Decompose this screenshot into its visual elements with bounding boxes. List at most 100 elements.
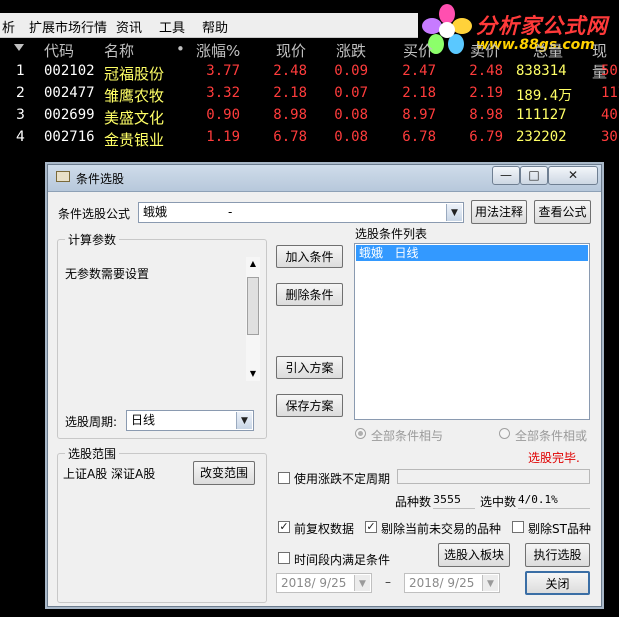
row-current-volume: 50 [601, 63, 618, 79]
row-bid: 6.78 [402, 129, 436, 145]
selected-value: 4/0.1% [518, 491, 590, 509]
dialog-titlebar[interactable]: 条件选股 — □ ✕ [48, 165, 601, 192]
count-label: 品种数 [395, 495, 432, 509]
row-pct: 3.77 [206, 63, 240, 79]
row-pct: 3.32 [206, 85, 240, 101]
row-name: 美盛文化 [104, 109, 165, 127]
radio-or[interactable] [499, 428, 510, 439]
row-change: 0.09 [334, 63, 368, 79]
exclude-untraded-label: 剔除当前未交易的品种 [381, 522, 502, 536]
period-select[interactable]: 日线 ▼ [126, 410, 254, 431]
date-separator: – [385, 575, 391, 589]
forward-adjust-checkbox[interactable]: ✓ [278, 521, 290, 533]
date-from-picker[interactable]: 2018/ 9/25 ▼ [276, 573, 372, 593]
col-header-volume[interactable]: 总量 [533, 40, 563, 61]
col-header-bid[interactable]: 买价 [403, 40, 433, 61]
scroll-thumb[interactable] [247, 277, 259, 335]
exclude-st-checkbox[interactable] [512, 521, 524, 533]
calc-params-text: 无参数需要设置 [65, 267, 150, 281]
row-ask: 8.98 [469, 107, 503, 123]
col-header-pct[interactable]: 涨幅% [196, 40, 240, 61]
import-scheme-button[interactable]: 引入方案 [276, 356, 343, 379]
row-bid: 2.18 [402, 85, 436, 101]
save-scheme-button[interactable]: 保存方案 [276, 394, 343, 417]
condition-list[interactable]: 蛾娥 日线 [354, 243, 590, 420]
close-window-icon[interactable]: ✕ [548, 166, 598, 185]
time-range-checkbox[interactable] [278, 552, 290, 564]
row-bid: 2.47 [402, 63, 436, 79]
formula-select[interactable]: 蛾娥 - ▼ [138, 202, 464, 223]
menu-item-extended-market[interactable]: 扩展市场行情 [29, 17, 107, 36]
row-name: 冠福股份 [104, 65, 165, 83]
maximize-icon[interactable]: □ [520, 166, 548, 185]
col-header-change[interactable]: 涨跌 [336, 40, 366, 61]
row-volume: 111127 [516, 107, 567, 123]
menu-item-tools[interactable]: 工具 [159, 17, 185, 36]
row-ask: 2.48 [469, 63, 503, 79]
row-current-volume: 40 [601, 107, 618, 123]
row-price: 6.78 [273, 129, 307, 145]
chevron-down-icon[interactable]: ▼ [482, 575, 498, 591]
menu-item-news[interactable]: 资讯 [116, 17, 142, 36]
row-code: 002477 [44, 85, 95, 101]
col-header-code[interactable]: 代码 [44, 40, 74, 61]
close-button[interactable]: 关闭 [525, 571, 590, 595]
menu-item-help[interactable]: 帮助 [202, 17, 228, 36]
minimize-icon[interactable]: — [492, 166, 520, 185]
count-value: 3555 [433, 491, 475, 509]
delete-condition-button[interactable]: 删除条件 [276, 283, 343, 306]
row-volume: 189.4万 [516, 88, 573, 104]
progress-bar [397, 469, 590, 484]
execute-screen-button[interactable]: 执行选股 [525, 543, 590, 567]
scroll-down-icon[interactable]: ▼ [246, 367, 260, 381]
radio-and-label: 全部条件相与 [371, 429, 444, 443]
radio-and[interactable] [355, 428, 366, 439]
row-price: 2.48 [273, 63, 307, 79]
sort-down-icon[interactable] [14, 44, 24, 51]
col-header-price[interactable]: 现价 [276, 40, 306, 61]
dialog-title: 条件选股 [76, 172, 125, 186]
row-code: 002699 [44, 107, 95, 123]
row-index: 3 [16, 107, 25, 123]
row-index: 4 [16, 129, 25, 145]
exclude-untraded-checkbox[interactable]: ✓ [365, 521, 377, 533]
time-range-label: 时间段内满足条件 [294, 553, 391, 567]
row-name: 雏鹰农牧 [104, 87, 165, 105]
scroll-up-icon[interactable]: ▲ [246, 257, 260, 271]
add-to-block-button[interactable]: 选股入板块 [438, 543, 510, 567]
row-pct: 1.19 [206, 129, 240, 145]
condition-list-title: 选股条件列表 [355, 227, 428, 241]
menu-item-analysis[interactable]: 析 [2, 17, 15, 36]
use-variable-period-checkbox[interactable] [278, 472, 290, 484]
formula-label: 条件选股公式 [58, 207, 131, 221]
forward-adjust-label: 前复权数据 [294, 522, 355, 536]
row-price: 2.18 [273, 85, 307, 101]
logo-title: 分析家公式网 [476, 14, 608, 38]
exclude-st-label: 剔除ST品种 [528, 522, 591, 536]
change-range-button[interactable]: 改变范围 [193, 461, 255, 485]
selected-label: 选中数 [480, 495, 517, 509]
row-pct: 0.90 [206, 107, 240, 123]
date-to-picker[interactable]: 2018/ 9/25 ▼ [404, 573, 500, 593]
chevron-down-icon[interactable]: ▼ [446, 204, 462, 221]
add-condition-button[interactable]: 加入条件 [276, 245, 343, 268]
chevron-down-icon[interactable]: ▼ [236, 412, 252, 429]
row-index: 1 [16, 63, 25, 79]
usage-notes-button[interactable]: 用法注释 [471, 200, 527, 224]
site-logo: 分析家公式网 www.88gs.com [418, 0, 619, 58]
row-code: 002102 [44, 63, 95, 79]
row-bid: 8.97 [402, 107, 436, 123]
row-current-volume: 30 [601, 129, 618, 145]
row-price: 8.98 [273, 107, 307, 123]
row-change: 0.08 [334, 107, 368, 123]
col-header-ask[interactable]: 卖价 [470, 40, 500, 61]
row-ask: 6.79 [469, 129, 503, 145]
period-value: 日线 [131, 413, 156, 427]
range-title: 选股范围 [65, 445, 120, 462]
params-scrollbar[interactable]: ▲ ▼ [246, 257, 260, 381]
date-from-value: 2018/ 9/25 [281, 576, 347, 590]
condition-list-item[interactable]: 蛾娥 日线 [356, 245, 588, 261]
view-formula-button[interactable]: 查看公式 [534, 200, 591, 224]
chevron-down-icon[interactable]: ▼ [354, 575, 370, 591]
col-header-name[interactable]: 名称 [104, 40, 134, 61]
